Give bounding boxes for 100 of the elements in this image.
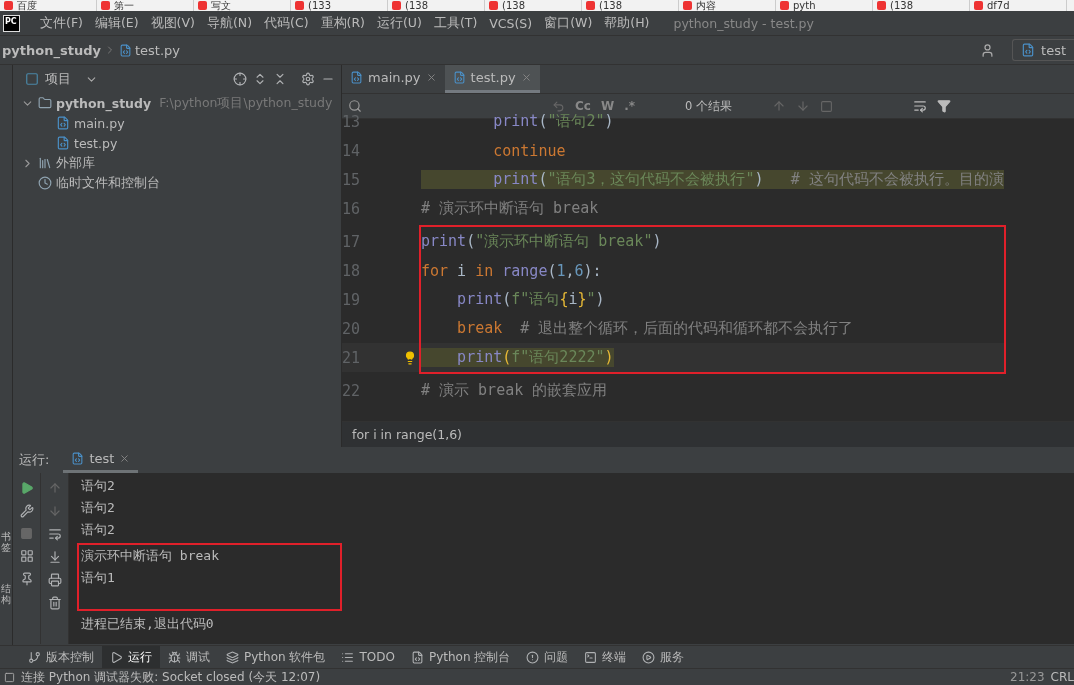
tree-item[interactable]: 临时文件和控制台 (56, 174, 160, 192)
browser-tab[interactable]: (138 (405, 0, 428, 11)
browser-tab[interactable]: 内容 (696, 0, 716, 11)
folder-icon (38, 96, 52, 110)
tool-window-tab[interactable]: 服务 (634, 645, 693, 669)
code-line: break # 退出整个循环，后面的代码和循环都不会执行了 (456, 319, 854, 338)
line-number: 15 (342, 170, 362, 189)
run-label: 运行: (19, 451, 50, 469)
browser-tab[interactable]: 第一 (114, 0, 134, 11)
browser-tab[interactable]: 写文 (211, 0, 231, 11)
branch-icon (28, 650, 41, 664)
tree-item[interactable]: main.py (74, 115, 125, 131)
favicon-icon (4, 1, 13, 10)
code-breadcrumb[interactable]: for i in range(1,6) (342, 421, 1074, 447)
filter-icon[interactable] (937, 99, 951, 113)
browser-tab[interactable]: pyth (793, 0, 816, 11)
close-icon[interactable] (520, 72, 532, 83)
breadcrumb-item[interactable]: test.py (134, 42, 180, 58)
panel-title[interactable]: 项目 (45, 70, 71, 88)
menu-item[interactable]: 运行(U) (370, 14, 428, 32)
line-ending[interactable]: CRL (1050, 670, 1074, 684)
search-icon[interactable] (348, 99, 362, 113)
run-config-dropdown[interactable]: test (1012, 39, 1074, 61)
browser-tab[interactable]: (138 (599, 0, 622, 11)
menu-item[interactable]: 导航(N) (200, 14, 259, 32)
output-line: 语句2 (81, 477, 116, 495)
menu-item[interactable]: 工具(T) (427, 14, 484, 32)
python-file-icon (56, 136, 70, 150)
tool-window-tab[interactable]: TODO (333, 645, 403, 669)
crosshair-icon[interactable] (233, 72, 247, 86)
output-line: 语句2 (81, 499, 116, 517)
menu-item[interactable]: 窗口(W) (538, 14, 599, 32)
line-number: 22 (342, 381, 362, 400)
print-icon[interactable] (47, 573, 62, 587)
editor-tab[interactable]: main.py (342, 65, 445, 93)
tool-window-tab[interactable]: 调试 (160, 645, 218, 669)
menu-item[interactable]: 编辑(E) (88, 14, 145, 32)
code-line: for i in range(1,6): (421, 261, 602, 280)
browser-tab[interactable]: 百度 (17, 0, 37, 11)
output-line: 语句2 (81, 521, 116, 539)
bug-icon (168, 650, 181, 664)
browser-tab[interactable]: (133 (308, 0, 331, 11)
python-file-icon (118, 43, 132, 57)
close-icon[interactable] (425, 72, 437, 83)
code-line: print(f"语句{i}") (456, 290, 605, 309)
line-number: 19 (342, 290, 362, 309)
window-title: python_study - test.py (673, 15, 814, 31)
wrench-icon[interactable] (19, 504, 34, 518)
menu-item[interactable]: 帮助(H) (598, 14, 656, 32)
close-icon[interactable] (119, 453, 131, 464)
search-option[interactable]: Cc (575, 99, 591, 113)
format-icon[interactable] (913, 99, 927, 113)
side-tab[interactable]: 结构 (1, 583, 11, 605)
browser-tab[interactable]: (138 (502, 0, 525, 11)
output-line: 进程已结束,退出代码0 (81, 615, 215, 633)
layout-icon[interactable] (19, 549, 34, 563)
scroll-to-end-icon[interactable] (47, 550, 62, 564)
panel-icon (25, 72, 39, 86)
menu-item[interactable]: 重构(R) (314, 14, 371, 32)
browser-tab[interactable]: df7d (987, 0, 1010, 11)
line-number: 18 (342, 261, 362, 280)
favicon-icon (780, 1, 789, 10)
tool-window-tab[interactable]: Python 控制台 (402, 645, 519, 669)
menu-item[interactable]: 视图(V) (144, 14, 201, 32)
user-icon[interactable] (980, 42, 996, 58)
tool-window-tab[interactable]: 运行 (102, 645, 160, 669)
breadcrumb-item[interactable]: python_study (2, 42, 101, 58)
editor-tab[interactable]: test.py (444, 65, 540, 93)
menu-item[interactable]: 代码(C) (258, 14, 315, 32)
terminal-icon (584, 650, 598, 664)
line-number: 16 (342, 199, 362, 218)
trash-icon[interactable] (47, 596, 62, 610)
python-icon (410, 650, 424, 664)
tool-window-tab[interactable]: 终端 (576, 645, 635, 669)
python-file-icon (56, 116, 70, 130)
tree-item[interactable]: python_study (56, 95, 152, 111)
soft-wrap-icon[interactable] (47, 527, 62, 541)
menu-item[interactable]: 文件(F) (34, 14, 89, 32)
settings-icon[interactable] (301, 72, 315, 86)
tool-window-tab[interactable]: Python 软件包 (218, 645, 334, 669)
search-results: 0 个结果 (685, 98, 732, 114)
line-number: 13 (342, 112, 362, 131)
browser-tab[interactable]: (138 (890, 0, 913, 11)
favicon-icon (489, 1, 498, 10)
line-number: 14 (342, 141, 362, 160)
menu-item[interactable]: VCS(S) (483, 15, 539, 31)
search-option[interactable]: W (600, 99, 615, 113)
tree-item[interactable]: test.py (74, 135, 118, 151)
side-tab[interactable]: 书签 (1, 531, 11, 553)
tool-window-tab[interactable]: 版本控制 (20, 645, 102, 669)
line-number: 20 (342, 319, 362, 338)
tree-item[interactable]: 外部库 (56, 154, 95, 172)
favicon-icon (683, 1, 692, 10)
tool-window-tab[interactable]: 问题 (518, 645, 577, 669)
collapse-all-icon[interactable] (273, 72, 287, 86)
run-icon[interactable] (19, 481, 34, 495)
pin-icon[interactable] (19, 572, 34, 586)
search-option[interactable]: .* (624, 99, 635, 113)
folder-path: F:\python项目\python_study (159, 94, 333, 112)
cursor-position[interactable]: 21:23 (1010, 670, 1045, 684)
